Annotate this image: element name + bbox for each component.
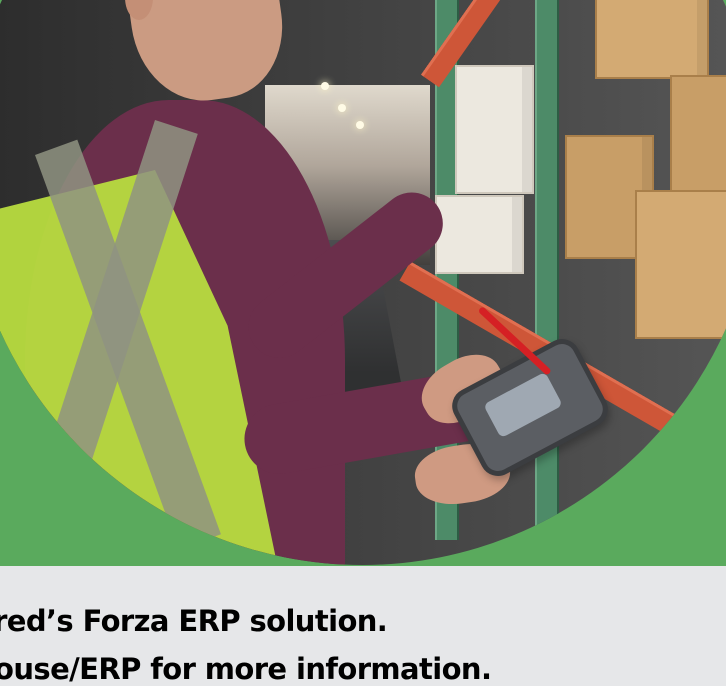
warehouse-worker-photo (0, 0, 726, 565)
scanner-screen (483, 371, 563, 439)
promo-image-section: ered’s Forza ERP solution. house/ERP for… (0, 0, 726, 686)
ceiling-lights (313, 70, 383, 140)
green-background (0, 0, 726, 566)
promo-caption: ered’s Forza ERP solution. house/ERP for… (0, 597, 726, 686)
cardboard-box (635, 190, 726, 339)
shelf-post (535, 0, 559, 540)
caption-line: ered’s Forza ERP solution. (0, 604, 388, 638)
cardboard-box (595, 0, 709, 79)
stacked-boxes (455, 65, 534, 194)
caption-line: house/ERP for more information. (0, 652, 492, 686)
cardboard-box (670, 75, 726, 204)
stacked-boxes (435, 195, 524, 274)
